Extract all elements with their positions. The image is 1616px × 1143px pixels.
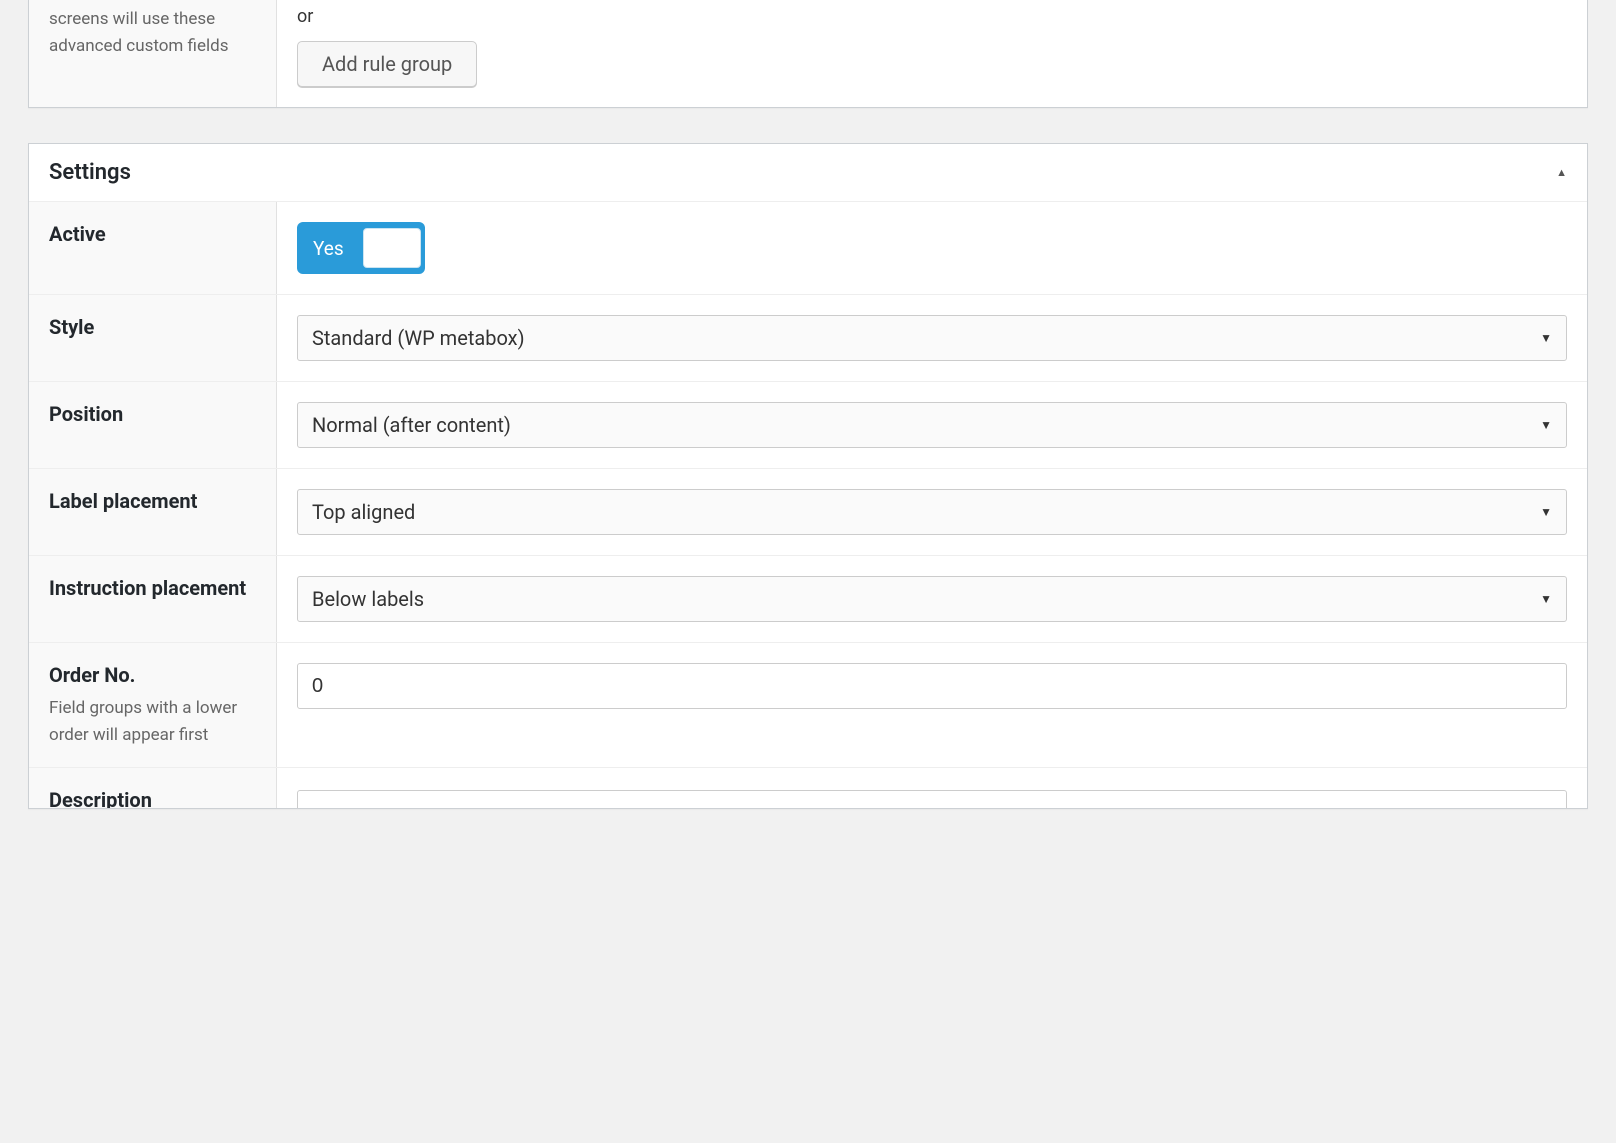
order-no-description: Field groups with a lower order will app… — [49, 695, 256, 749]
active-toggle-knob — [363, 228, 421, 268]
settings-title: Settings — [49, 160, 131, 185]
position-select-value: Normal (after content) — [312, 413, 511, 437]
settings-header[interactable]: Settings ▲ — [29, 144, 1587, 202]
label-placement-select-value: Top aligned — [312, 500, 415, 524]
settings-metabox: Settings ▲ Active Yes Style Standard (W — [28, 143, 1588, 809]
instruction-placement-select-value: Below labels — [312, 587, 424, 611]
collapse-up-icon[interactable]: ▲ — [1556, 166, 1567, 179]
description-label: Description — [49, 786, 256, 808]
style-label: Style — [49, 313, 256, 341]
instruction-placement-select[interactable]: Below labels — [297, 576, 1567, 622]
location-description: screens will use these advanced custom f… — [49, 6, 256, 60]
order-no-input[interactable] — [297, 663, 1567, 709]
active-label: Active — [49, 220, 256, 248]
position-label: Position — [49, 400, 256, 428]
or-divider-text: or — [297, 6, 1567, 27]
style-select-value: Standard (WP metabox) — [312, 326, 525, 350]
active-toggle-label: Yes — [303, 237, 344, 260]
label-placement-label: Label placement — [49, 487, 256, 515]
order-no-label: Order No. — [49, 661, 256, 689]
style-select[interactable]: Standard (WP metabox) — [297, 315, 1567, 361]
instruction-placement-label: Instruction placement — [49, 574, 256, 602]
position-select[interactable]: Normal (after content) — [297, 402, 1567, 448]
add-rule-group-button[interactable]: Add rule group — [297, 41, 477, 87]
description-input[interactable] — [297, 790, 1567, 808]
active-toggle[interactable]: Yes — [297, 222, 425, 274]
label-placement-select[interactable]: Top aligned — [297, 489, 1567, 535]
